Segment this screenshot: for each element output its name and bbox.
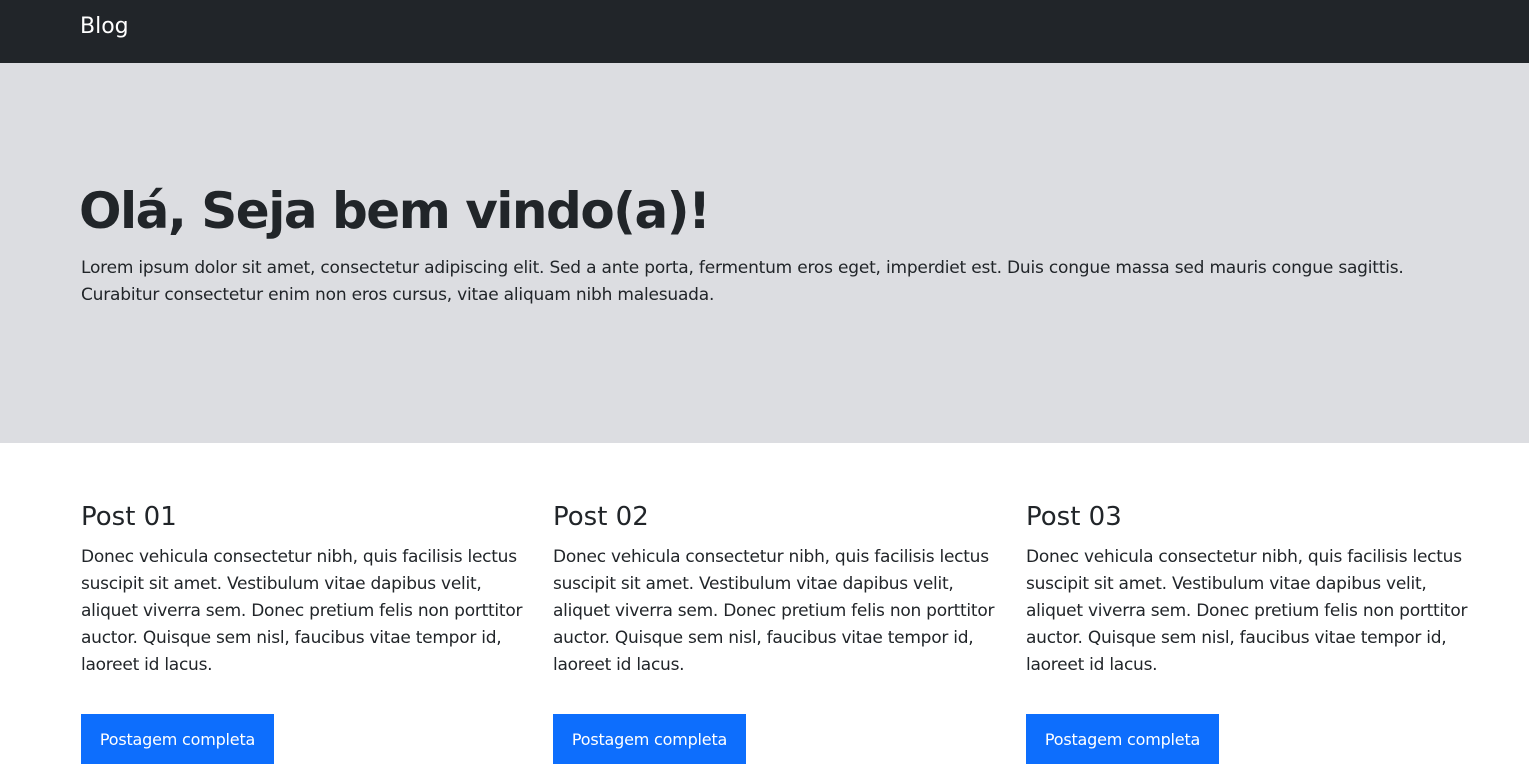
post-text: Donec vehicula consectetur nibh, quis fa… [81,547,523,675]
post-card: Post 01 Donec vehicula consectetur nibh,… [81,496,531,764]
hero-section: Olá, Seja bem vindo(a)! Lorem ipsum dolo… [0,63,1529,443]
full-post-button[interactable]: Postagem completa [1026,714,1219,764]
hero-text: Lorem ipsum dolor sit amet, consectetur … [81,258,1404,305]
post-card: Post 02 Donec vehicula consectetur nibh,… [553,496,1003,764]
brand-link[interactable]: Blog [80,13,129,41]
post-title: Post 03 [1026,502,1122,532]
full-post-button[interactable]: Postagem completa [553,714,746,764]
navbar: Blog [0,0,1529,63]
post-title: Post 01 [81,502,177,532]
post-card: Post 03 Donec vehicula consectetur nibh,… [1026,496,1476,764]
post-text: Donec vehicula consectetur nibh, quis fa… [1026,547,1468,675]
full-post-button[interactable]: Postagem completa [81,714,274,764]
hero-title: Olá, Seja bem vindo(a)! [79,182,711,240]
post-title: Post 02 [553,502,649,532]
post-text: Donec vehicula consectetur nibh, quis fa… [553,547,995,675]
